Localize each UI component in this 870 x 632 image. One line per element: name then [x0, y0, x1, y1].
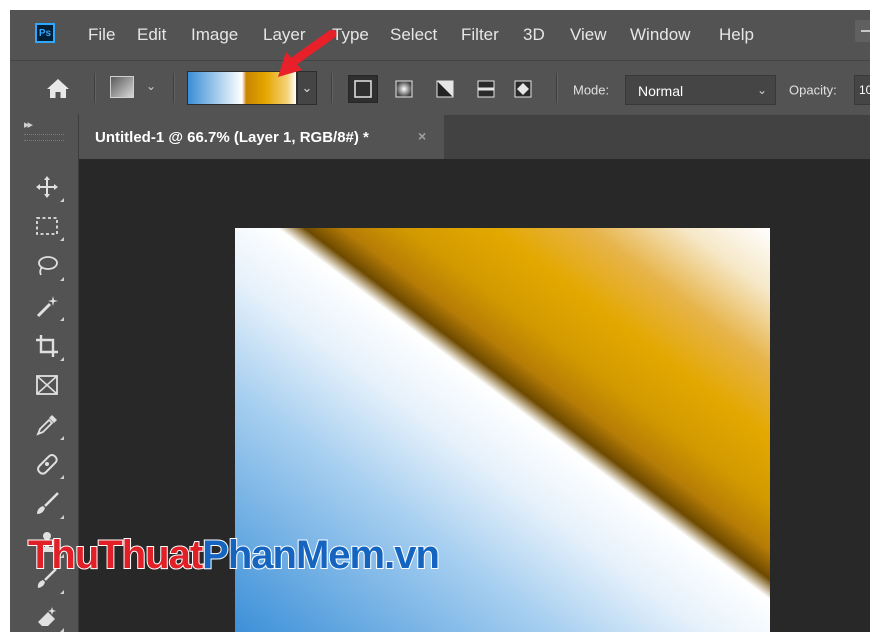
photoshop-logo-icon[interactable]: Ps — [35, 23, 55, 43]
menu-3d[interactable]: 3D — [523, 25, 545, 45]
crop-tool[interactable] — [34, 333, 64, 361]
minimize-button[interactable] — [855, 20, 870, 42]
radial-gradient-button[interactable] — [389, 75, 419, 103]
menu-file[interactable]: File — [88, 25, 115, 45]
marquee-icon — [36, 217, 58, 235]
watermark-part-1: ThuThuat — [27, 532, 204, 578]
frame-icon — [36, 375, 58, 395]
menu-image[interactable]: Image — [191, 25, 238, 45]
crop-icon — [36, 335, 58, 357]
frame-tool[interactable] — [34, 372, 60, 398]
marquee-tool[interactable] — [34, 213, 64, 241]
options-separator — [94, 73, 96, 103]
brush-icon — [37, 492, 59, 514]
move-icon — [36, 176, 58, 198]
menu-select[interactable]: Select — [390, 25, 437, 45]
panel-grip[interactable] — [24, 134, 64, 141]
options-separator — [173, 73, 175, 103]
watermark-logo: ThuThuatPhanMem.vn — [27, 532, 441, 578]
menu-edit[interactable]: Edit — [137, 25, 166, 45]
mode-label: Mode: — [573, 82, 610, 98]
menu-help[interactable]: Help — [719, 25, 754, 45]
magic-wand-icon — [36, 296, 58, 318]
red-arrow-icon — [278, 30, 337, 77]
eraser-icon — [38, 607, 56, 626]
lasso-icon — [38, 256, 58, 276]
reflected-gradient-icon — [477, 80, 495, 98]
eyedropper-tool[interactable] — [34, 412, 64, 440]
blend-mode-select[interactable]: Normal ⌄ — [625, 75, 776, 105]
reflected-gradient-button[interactable] — [471, 75, 501, 103]
diamond-gradient-button[interactable] — [508, 75, 538, 103]
angle-gradient-button[interactable] — [430, 75, 460, 103]
watermark-part-2: PhanMem.vn — [201, 532, 441, 578]
opacity-label: Opacity: — [789, 82, 837, 98]
linear-gradient-icon — [354, 80, 372, 98]
magic-wand-tool[interactable] — [34, 293, 64, 321]
home-icon[interactable] — [46, 77, 70, 99]
menu-filter[interactable]: Filter — [461, 25, 499, 45]
document-tab[interactable]: Untitled-1 @ 66.7% (Layer 1, RGB/8#) * × — [79, 115, 444, 159]
brush-tool[interactable] — [34, 491, 64, 519]
document-tab-title: Untitled-1 @ 66.7% (Layer 1, RGB/8#) * — [95, 129, 369, 146]
chevron-down-icon[interactable]: ⌄ — [146, 79, 156, 93]
menu-bar: Ps File Edit Image Layer Type Select Fil… — [10, 10, 870, 60]
lasso-tool[interactable] — [34, 253, 64, 281]
eyedropper-icon — [36, 415, 57, 436]
healing-brush-tool[interactable] — [34, 451, 64, 479]
radial-gradient-icon — [395, 80, 413, 98]
blend-mode-value: Normal — [638, 83, 684, 99]
menu-window[interactable]: Window — [630, 25, 690, 45]
healing-brush-icon — [37, 454, 58, 475]
options-bar: ⌄ ⌄ Mode: Normal ⌄ Opacity: 1 — [10, 60, 870, 116]
linear-gradient-button[interactable] — [348, 75, 378, 103]
tool-preset-picker[interactable] — [110, 76, 134, 98]
opacity-input[interactable]: 10 — [854, 75, 870, 105]
close-icon[interactable]: × — [418, 128, 426, 144]
options-separator — [556, 73, 558, 103]
angle-gradient-icon — [436, 80, 454, 98]
move-tool[interactable] — [34, 174, 64, 202]
menu-view[interactable]: View — [570, 25, 607, 45]
collapse-panel-icon[interactable]: ▸▸ — [24, 118, 33, 131]
chevron-down-icon: ⌄ — [756, 83, 767, 97]
document-tab-bar: Untitled-1 @ 66.7% (Layer 1, RGB/8#) * × — [79, 115, 870, 159]
eraser-tool[interactable] — [34, 604, 64, 632]
diamond-gradient-icon — [514, 80, 532, 98]
